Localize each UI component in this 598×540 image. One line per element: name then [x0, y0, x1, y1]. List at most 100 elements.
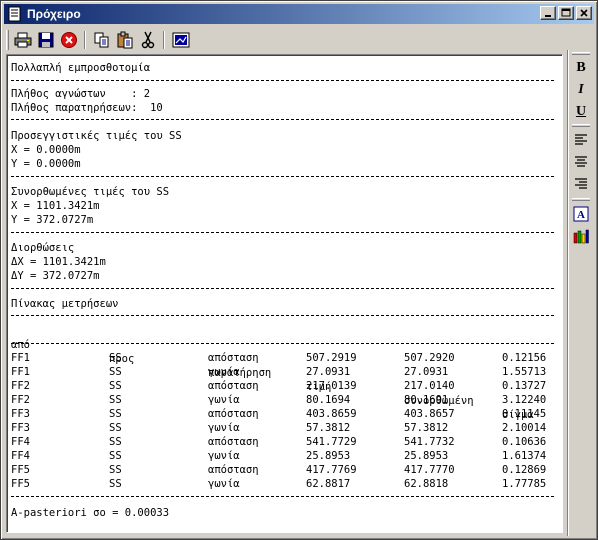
table-cell: FF3	[11, 408, 30, 420]
table-cell: 1.61374	[502, 450, 547, 462]
table-cell: 417.7770	[404, 464, 455, 476]
paste-button[interactable]	[114, 29, 136, 51]
copy-button[interactable]	[91, 29, 113, 51]
italic-button[interactable]: I	[571, 80, 591, 100]
toolbar-separator	[84, 31, 86, 49]
separator-line	[11, 288, 554, 289]
align-center-icon	[575, 156, 587, 167]
bold-button[interactable]: B	[571, 58, 591, 78]
table-cell: SS	[109, 422, 122, 434]
adjusted-y: Y = 372.0727m	[11, 214, 94, 226]
separator-line	[11, 496, 554, 497]
table-row: FF2 SS απόσταση 217.0139 217.0140 0.13727	[11, 379, 556, 393]
close-button[interactable]	[576, 6, 592, 20]
table-row: FF1 SS γωνία 27.0931 27.0931 1.55713	[11, 365, 556, 379]
print-button[interactable]	[12, 29, 34, 51]
table-cell: 80.1691	[404, 394, 449, 406]
table-cell: 0.12156	[502, 352, 547, 364]
table-cell: γωνία	[208, 450, 240, 462]
table-cell: 25.8953	[404, 450, 449, 462]
notepad-icon	[8, 6, 21, 22]
cut-button[interactable]	[137, 29, 159, 51]
align-center-button[interactable]	[571, 152, 591, 172]
font-button[interactable]: A	[571, 204, 591, 224]
save-button[interactable]	[35, 29, 57, 51]
stop-button[interactable]	[58, 29, 80, 51]
title-bar[interactable]: Πρόχειρο	[4, 4, 594, 24]
sidebar-separator	[572, 198, 590, 201]
table-title: Πίνακας μετρήσεων	[11, 298, 119, 310]
table-cell: γωνία	[208, 478, 240, 490]
table-cell: SS	[109, 352, 122, 364]
font-icon: A	[573, 206, 589, 222]
table-row: FF5 SS γωνία 62.8817 62.8818 1.77785	[11, 477, 556, 491]
align-right-icon	[575, 178, 587, 189]
table-cell: 507.2920	[404, 352, 455, 364]
table-cell: 27.0931	[404, 366, 449, 378]
table-cell: SS	[109, 478, 122, 490]
separator-line	[11, 176, 554, 177]
copy-icon	[94, 32, 109, 48]
table-cell: SS	[109, 408, 122, 420]
table-cell: SS	[109, 366, 122, 378]
table-cell: 1.55713	[502, 366, 547, 378]
unknowns-count: Πλήθος αγνώστων : 2	[11, 88, 151, 100]
toolbar-separator	[163, 31, 165, 49]
minimize-button[interactable]	[540, 6, 556, 20]
approx-x: X = 0.0000m	[11, 144, 81, 156]
table-cell: 3.12240	[502, 394, 547, 406]
table-cell: SS	[109, 394, 122, 406]
table-cell: γωνία	[208, 394, 240, 406]
table-cell: SS	[109, 464, 122, 476]
sidebar-separator	[572, 124, 590, 127]
close-icon	[580, 9, 588, 17]
align-right-button[interactable]	[571, 174, 591, 194]
table-row: FF4 SS γωνία 25.8953 25.8953 1.61374	[11, 449, 556, 463]
underline-button[interactable]: U	[571, 102, 591, 122]
color-button[interactable]	[571, 226, 591, 246]
table-cell: 57.3812	[306, 422, 351, 434]
adjusted-x: X = 1101.3421m	[11, 200, 100, 212]
observations-count: Πλήθος παρατηρήσεων: 10	[11, 102, 163, 114]
table-cell: SS	[109, 380, 122, 392]
toolbar-grip[interactable]	[6, 30, 9, 50]
table-cell: FF4	[11, 450, 30, 462]
minimize-icon	[545, 15, 551, 17]
table-row: FF3 SS γωνία 57.3812 57.3812 2.10014	[11, 421, 556, 435]
correction-dy: ΔY = 372.0727m	[11, 270, 100, 282]
clipboard-window: Πρόχειρο Πολλαπλή εμπροσθοτομία Πλήθος α…	[0, 0, 598, 540]
table-cell: 25.8953	[306, 450, 351, 462]
separator-line	[11, 315, 554, 316]
table-row: FF5 SS απόσταση 417.7769 417.7770 0.12869	[11, 463, 556, 477]
table-cell: 403.8659	[306, 408, 357, 420]
adjusted-title: Συνορθωμένες τιμές του SS	[11, 186, 170, 198]
table-cell: απόσταση	[208, 408, 259, 420]
insert-image-button[interactable]	[170, 29, 192, 51]
separator-line	[11, 119, 554, 120]
color-palette-icon	[573, 229, 589, 244]
table-row: FF2 SS γωνία 80.1694 80.1691 3.12240	[11, 393, 556, 407]
format-sidebar: B I U A	[567, 50, 593, 536]
table-header: από προς παρατήρηση τιμή συνορθωμένη σίγ…	[11, 324, 556, 421]
table-cell: 0.11145	[502, 408, 547, 420]
text-editor[interactable]: Πολλαπλή εμπροσθοτομία Πλήθος αγνώστων :…	[6, 54, 563, 533]
table-cell: 217.0139	[306, 380, 357, 392]
printer-icon	[14, 32, 32, 48]
sidebar-grip[interactable]	[572, 52, 590, 55]
table-cell: FF3	[11, 422, 30, 434]
table-cell: γωνία	[208, 366, 240, 378]
table-cell: 403.8657	[404, 408, 455, 420]
maximize-button[interactable]	[558, 6, 574, 20]
table-cell: FF4	[11, 436, 30, 448]
window-title: Πρόχειρο	[27, 7, 81, 21]
table-cell: 417.7769	[306, 464, 357, 476]
column-header: από	[11, 339, 30, 351]
align-left-button[interactable]	[571, 130, 591, 150]
table-row: FF4 SS απόσταση 541.7729 541.7732 0.10636	[11, 435, 556, 449]
table-cell: 2.10014	[502, 422, 547, 434]
corrections-title: Διορθώσεις	[11, 242, 75, 254]
paste-icon	[117, 31, 133, 49]
table-cell: 0.10636	[502, 436, 547, 448]
table-cell: απόσταση	[208, 380, 259, 392]
report-header: Πολλαπλή εμπροσθοτομία	[11, 62, 151, 74]
